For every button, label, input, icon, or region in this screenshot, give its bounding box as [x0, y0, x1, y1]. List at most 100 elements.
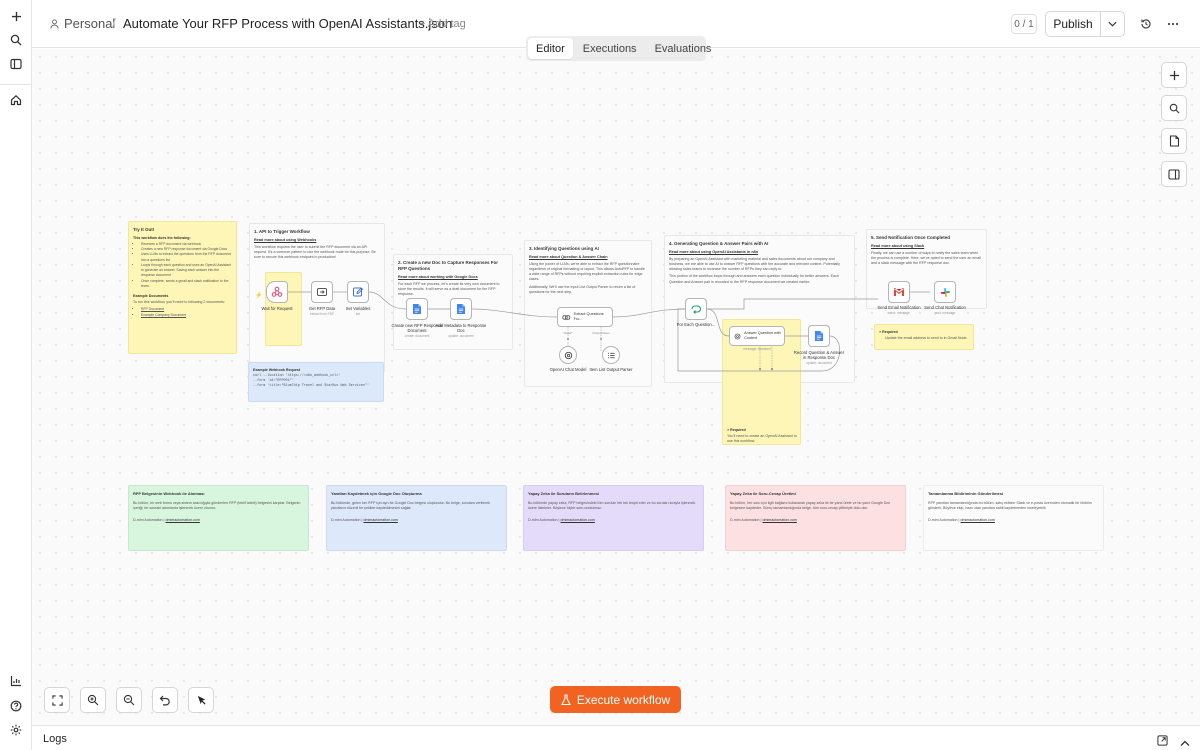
left-rail	[0, 0, 32, 750]
node-get-rfp-data[interactable]	[311, 281, 333, 303]
project-name: Personal	[64, 16, 116, 31]
input-label-output-parser: Output Parser	[592, 331, 610, 335]
sticky-title: Yanıtları Kaydetmek için Google Doc Oluş…	[331, 491, 422, 496]
sticky-note-required-email[interactable]: ● Required Update the email address to s…	[874, 324, 974, 350]
sticky-note-tr-qa[interactable]: Yapay Zeka ile Soru-Cevap Üretimi Bu böl…	[725, 485, 906, 551]
zoom-in-button[interactable]	[80, 687, 106, 713]
tab-evaluations[interactable]: Evaluations	[647, 38, 720, 59]
insights-icon[interactable]	[6, 671, 26, 691]
sticky-note-send-notification[interactable]: 5. Send Notification Once Completed Read…	[866, 229, 987, 309]
chevron-up-icon[interactable]	[1180, 734, 1190, 750]
node-label: Add Metadata to Response Doc	[435, 323, 487, 334]
add-icon[interactable]	[6, 6, 26, 26]
add-sticky-button[interactable]	[1161, 128, 1187, 154]
sticky-text: This workflow requires the user to submi…	[254, 244, 376, 260]
breadcrumb-separator: /	[112, 15, 116, 31]
node-extract-questions[interactable]: Extract Questions Fro...	[557, 307, 613, 327]
google-docs-icon	[413, 304, 421, 314]
node-item-list-parser[interactable]	[602, 346, 620, 364]
home-icon[interactable]	[6, 90, 26, 110]
settings-gear-icon[interactable]	[6, 720, 26, 740]
sticky-text: Update the email address to send to in G…	[885, 336, 968, 340]
sticky-note-tr-webhook[interactable]: RFP Belgesinin Webhook ile Alınması Bu b…	[128, 485, 309, 551]
sticky-link[interactable]: Read more about Question & Answer Chain	[529, 255, 647, 259]
sticky-note-tr-notify[interactable]: Tamamlanma Bildiriminin Gönderilmesi RFP…	[923, 485, 1104, 551]
link-rfp-document[interactable]: RFP Document	[141, 307, 164, 311]
sticky-footer: D-mim Automation | dmimautomation.com	[133, 517, 200, 522]
sticky-footer: D-mim Automation | dmimautomation.com	[331, 517, 398, 522]
add-node-button[interactable]	[1161, 62, 1187, 88]
footer-link[interactable]: dmimautomation.com	[763, 518, 797, 522]
sticky-examples-text: To run this workflow, you'll need to fol…	[133, 300, 225, 305]
workflow-name[interactable]: Automate Your RFP Process with OpenAI As…	[123, 16, 452, 31]
help-icon[interactable]	[6, 696, 26, 716]
node-send-email[interactable]	[888, 281, 910, 303]
sticky-note-tr-identify[interactable]: Yapay Zeka ile Soruların Belirlenmesi Bu…	[523, 485, 704, 551]
node-for-each-question[interactable]	[685, 298, 707, 320]
sticky-title: Yapay Zeka ile Soru-Cevap Üretimi	[730, 491, 796, 496]
sticky-note-try-it-out[interactable]: Try It Out! This workflow does the follo…	[128, 221, 237, 354]
list-item: Uses LLMs to extract the questions from …	[141, 252, 232, 263]
fit-view-button[interactable]	[44, 687, 70, 713]
node-send-chat[interactable]	[934, 281, 956, 303]
link-company-document[interactable]: Example Company Document	[141, 313, 186, 317]
publish-button[interactable]: Publish	[1046, 12, 1101, 36]
footer-link[interactable]: dmimautomation.com	[166, 518, 200, 522]
search-nodes-button[interactable]	[1161, 95, 1187, 121]
execute-workflow-button[interactable]: Execute workflow	[550, 686, 681, 713]
rail-divider	[0, 84, 31, 85]
sticky-note-webhook-example[interactable]: Example Webhook Request curl --location …	[248, 362, 384, 402]
more-options-icon[interactable]	[1165, 16, 1181, 32]
edit-pencil-icon	[353, 287, 364, 297]
sticky-title: Example Webhook Request	[253, 368, 301, 372]
sticky-link[interactable]: Read more about using Webhooks	[254, 238, 380, 242]
google-docs-icon	[815, 331, 823, 341]
sticky-link[interactable]: Read more about working with Google Docs	[398, 275, 508, 279]
add-tag-button[interactable]: + Add tag	[419, 18, 466, 30]
select-mode-button[interactable]	[188, 687, 214, 713]
node-set-variables[interactable]	[347, 281, 369, 303]
sticky-link[interactable]: Read more about using Slack	[871, 244, 982, 248]
node-label: Answer Question with Context	[744, 331, 781, 340]
sticky-footer: D-mim Automation | dmimautomation.com	[528, 517, 595, 522]
user-icon	[50, 19, 59, 29]
tab-editor[interactable]: Editor	[528, 38, 573, 59]
sticky-title: 5. Send Notification Once Completed	[871, 235, 951, 240]
sticky-note-tr-google-doc[interactable]: Yanıtları Kaydetmek için Google Doc Oluş…	[326, 485, 507, 551]
publish-dropdown-button[interactable]	[1101, 12, 1124, 36]
list-icon	[607, 352, 615, 358]
sticky-subtitle: This workflow does the following:	[133, 235, 191, 240]
node-label: Extract Questions Fro...	[573, 312, 604, 321]
footer-link[interactable]: dmimautomation.com	[961, 518, 995, 522]
zoom-in-icon	[87, 694, 99, 706]
sticky-text: Bu bölümde yapay zeka, RFP belgesindeki …	[528, 501, 696, 511]
sidebar-toggle-icon[interactable]	[6, 54, 26, 74]
node-openai-chat-model[interactable]	[559, 346, 577, 364]
sticky-title: Try It Out!	[133, 227, 155, 232]
history-icon[interactable]	[1138, 16, 1154, 32]
footer-link[interactable]: dmimautomation.com	[364, 518, 398, 522]
node-record-answer[interactable]	[808, 325, 830, 347]
google-docs-icon	[457, 304, 465, 314]
logs-panel-bar[interactable]: Logs	[32, 725, 1200, 750]
search-icon[interactable]	[6, 30, 26, 50]
workflow-canvas[interactable]: Try It Out! This workflow does the follo…	[32, 49, 1200, 725]
zoom-out-button[interactable]	[116, 687, 142, 713]
undo-button[interactable]	[152, 687, 178, 713]
sticky-link[interactable]: Read more about using OpenAI Assistants …	[669, 250, 850, 254]
slack-icon	[940, 287, 950, 297]
node-answer-question[interactable]: Answer Question with Context	[729, 326, 785, 346]
tab-executions[interactable]: Executions	[575, 38, 645, 59]
node-label: For Each Question...	[676, 322, 716, 327]
node-wait-for-request[interactable]	[266, 281, 288, 303]
popout-icon[interactable]	[1157, 733, 1168, 750]
footer-link[interactable]: dmimautomation.com	[561, 518, 595, 522]
warning-icon: ●	[879, 330, 882, 334]
warning-icon: ●	[727, 428, 730, 432]
node-add-metadata[interactable]	[450, 298, 472, 320]
sticky-note-icon	[1169, 135, 1179, 147]
node-sublabel: post: message	[934, 311, 956, 315]
breadcrumb-project[interactable]: Personal	[50, 16, 115, 31]
toggle-panel-button[interactable]	[1161, 161, 1187, 187]
node-create-rfp-doc[interactable]	[406, 298, 428, 320]
